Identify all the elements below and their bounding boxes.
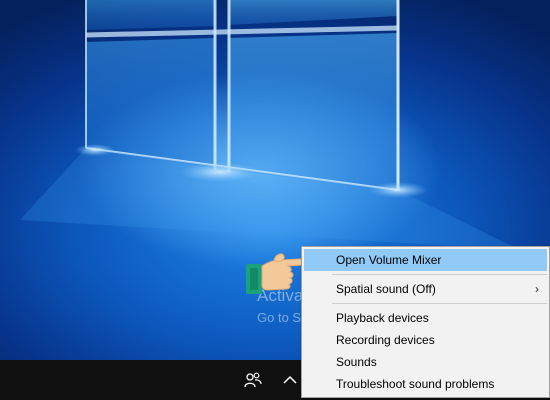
menu-separator xyxy=(332,303,547,304)
menu-item-label: Sounds xyxy=(336,355,377,369)
sound-context-menu: Open Volume Mixer Spatial sound (Off) › … xyxy=(301,246,550,398)
menu-item-sounds[interactable]: Sounds xyxy=(302,351,549,373)
menu-item-label: Open Volume Mixer xyxy=(336,253,442,267)
menu-item-label: Troubleshoot sound problems xyxy=(336,377,495,391)
menu-item-label: Playback devices xyxy=(336,311,429,325)
menu-item-playback-devices[interactable]: Playback devices xyxy=(302,307,549,329)
submenu-arrow-icon: › xyxy=(535,282,539,296)
menu-item-open-volume-mixer[interactable]: Open Volume Mixer xyxy=(304,249,547,271)
menu-item-recording-devices[interactable]: Recording devices xyxy=(302,329,549,351)
menu-item-troubleshoot-sound-problems[interactable]: Troubleshoot sound problems xyxy=(302,373,549,395)
menu-item-label: Recording devices xyxy=(336,333,435,347)
menu-item-label: Spatial sound (Off) xyxy=(336,282,436,296)
menu-item-spatial-sound[interactable]: Spatial sound (Off) › xyxy=(302,278,549,300)
people-icon[interactable] xyxy=(243,370,263,390)
menu-separator xyxy=(332,274,547,275)
chevron-up-icon[interactable] xyxy=(280,370,300,390)
